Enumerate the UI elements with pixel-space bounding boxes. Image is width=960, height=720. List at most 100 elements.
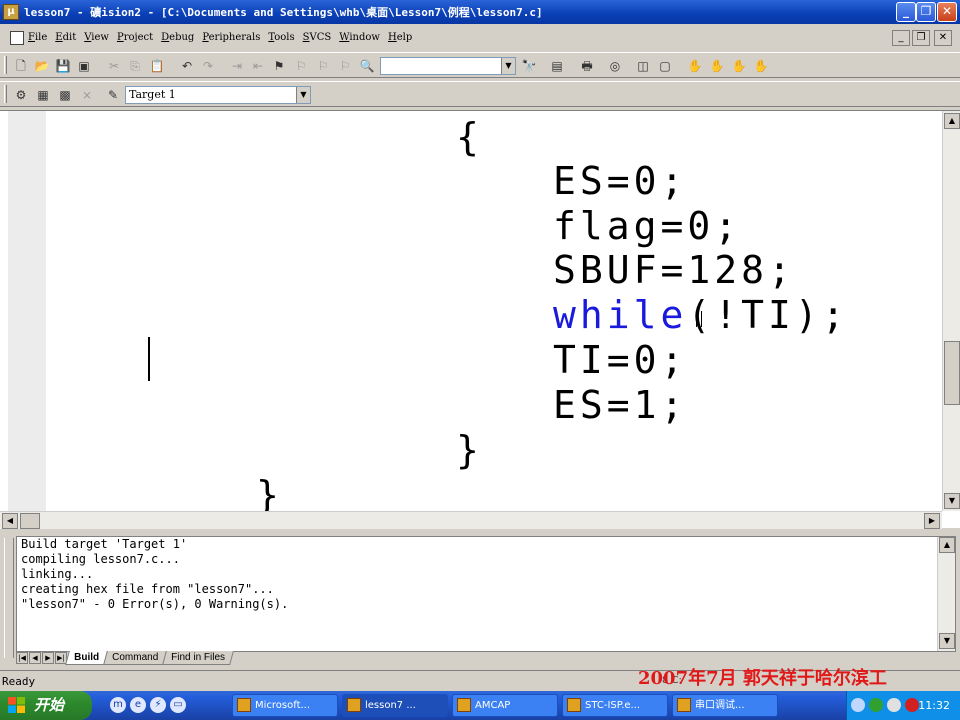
tab-command-label: Command: [112, 652, 159, 663]
app-icon: [457, 698, 471, 712]
system-tray: 11:32: [846, 691, 960, 720]
copy-icon[interactable]: ⎘: [126, 57, 144, 75]
close-button[interactable]: ✕: [937, 2, 957, 22]
redo-icon[interactable]: ↷: [199, 57, 217, 75]
menu-file[interactable]: File: [28, 32, 47, 43]
screen-icon[interactable]: ▢: [656, 57, 674, 75]
find-combo[interactable]: ▼: [380, 57, 516, 75]
tray-expand-icon[interactable]: [851, 698, 865, 712]
app-icon: [677, 698, 691, 712]
menu-view[interactable]: View: [84, 32, 109, 43]
desktop-icon[interactable]: ▭: [170, 697, 186, 713]
enable-breakpoint-icon[interactable]: ✋: [730, 57, 748, 75]
tab-command[interactable]: Command: [103, 651, 168, 665]
save-all-icon[interactable]: ▣: [75, 57, 93, 75]
menu-edit[interactable]: Edit: [55, 32, 76, 43]
ie-icon[interactable]: e: [130, 697, 146, 713]
target-select[interactable]: Target 1 ▼: [125, 86, 311, 104]
scroll-thumb[interactable]: [20, 513, 40, 529]
tab-first-icon[interactable]: |◀: [16, 652, 28, 664]
output-vertical-scrollbar[interactable]: ▲ ▼: [937, 537, 955, 651]
menu-svcs[interactable]: SVCS: [303, 32, 332, 43]
find-in-files-icon[interactable]: 🔍: [358, 57, 376, 75]
print-icon[interactable]: 🖶: [578, 57, 596, 75]
rebuild-icon[interactable]: ▩: [56, 86, 74, 104]
undo-icon[interactable]: ↶: [178, 57, 196, 75]
stop-build-icon[interactable]: ⨯: [78, 86, 96, 104]
text-caret: [148, 337, 150, 381]
quicklaunch-icon[interactable]: m: [110, 697, 126, 713]
find-icon[interactable]: 🔭: [520, 57, 538, 75]
media-icon[interactable]: ⚡: [150, 697, 166, 713]
network-icon[interactable]: [869, 698, 883, 712]
task-label: Microsoft...: [255, 700, 311, 711]
next-bookmark-icon[interactable]: ⚐: [292, 57, 310, 75]
build-icon[interactable]: ▦: [34, 86, 52, 104]
paste-icon[interactable]: 📋: [148, 57, 166, 75]
maximize-button[interactable]: ❐: [916, 2, 936, 22]
task-label: 串口调试...: [695, 700, 745, 711]
remove-breakpoint-icon[interactable]: ✋: [708, 57, 726, 75]
tab-find-in-files[interactable]: Find in Files: [162, 651, 234, 665]
output-line: creating hex file from "lesson7"...: [21, 582, 274, 596]
editor-horizontal-scrollbar[interactable]: ◀ ▶: [0, 511, 942, 529]
menu-project[interactable]: Project: [117, 32, 153, 43]
unindent-icon[interactable]: ⇤: [249, 57, 267, 75]
bookmark-icon[interactable]: ⚑: [270, 57, 288, 75]
volume-icon[interactable]: [887, 698, 901, 712]
tab-build[interactable]: Build: [65, 651, 108, 665]
scroll-up-icon[interactable]: ▲: [939, 537, 955, 553]
target-options-icon[interactable]: ✎: [104, 86, 122, 104]
mdi-minimize-button[interactable]: _: [892, 30, 910, 46]
mdi-close-button[interactable]: ✕: [934, 30, 952, 46]
menu-tools[interactable]: Tools: [268, 32, 294, 43]
scroll-up-icon[interactable]: ▲: [944, 113, 960, 129]
clear-bookmarks-icon[interactable]: ⚐: [336, 57, 354, 75]
scroll-down-icon[interactable]: ▼: [939, 633, 955, 649]
build-output[interactable]: Build target 'Target 1' compiling lesson…: [16, 536, 956, 652]
toolbar-grip: [4, 56, 7, 74]
status-text: Ready: [2, 675, 36, 688]
chevron-down-icon[interactable]: ▼: [501, 58, 515, 74]
app-icon: [237, 698, 251, 712]
disable-breakpoints-icon[interactable]: ✋: [752, 57, 770, 75]
task-serial-debug[interactable]: 串口调试...: [672, 694, 778, 717]
minimize-button[interactable]: _: [896, 2, 916, 22]
task-microsoft[interactable]: Microsoft...: [232, 694, 338, 717]
scroll-thumb[interactable]: [944, 341, 960, 405]
task-lesson7[interactable]: lesson7 ...: [342, 694, 448, 717]
chevron-down-icon[interactable]: ▼: [296, 87, 310, 103]
editor-vertical-scrollbar[interactable]: ▲ ▼: [942, 111, 960, 511]
panel-grip[interactable]: [4, 538, 14, 658]
menu-bar: File Edit View Project Debug Peripherals…: [0, 27, 960, 49]
scroll-right-icon[interactable]: ▶: [924, 513, 940, 529]
compile-icon[interactable]: ⚙: [12, 86, 30, 104]
menu-help[interactable]: Help: [388, 32, 412, 43]
tab-next-icon[interactable]: ▶: [42, 652, 54, 664]
editor-margin: [8, 111, 46, 511]
open-file-icon[interactable]: 📂: [33, 57, 51, 75]
scroll-left-icon[interactable]: ◀: [2, 513, 18, 529]
mdi-restore-button[interactable]: ❐: [912, 30, 930, 46]
browse-icon[interactable]: ▤: [548, 57, 566, 75]
save-icon[interactable]: 💾: [54, 57, 72, 75]
window-icon[interactable]: ◫: [634, 57, 652, 75]
build-toolbar: ⚙ ▦ ▩ ⨯ ✎ Target 1 ▼: [0, 81, 960, 107]
cut-icon[interactable]: ✂: [105, 57, 123, 75]
code-editor[interactable]: { ES=0; flag=0; SBUF=128; while(!TI); TI…: [0, 110, 960, 529]
antivirus-icon[interactable]: [905, 698, 919, 712]
menu-peripherals[interactable]: Peripherals: [202, 32, 260, 43]
start-button[interactable]: 开始: [0, 691, 92, 720]
scroll-down-icon[interactable]: ▼: [944, 493, 960, 509]
menu-window[interactable]: Window: [339, 32, 380, 43]
menu-debug[interactable]: Debug: [161, 32, 194, 43]
tab-prev-icon[interactable]: ◀: [29, 652, 41, 664]
prev-bookmark-icon[interactable]: ⚐: [314, 57, 332, 75]
indent-icon[interactable]: ⇥: [228, 57, 246, 75]
task-stc-isp[interactable]: STC-ISP.e...: [562, 694, 668, 717]
debug-session-icon[interactable]: ◎: [606, 57, 624, 75]
output-line: linking...: [21, 567, 94, 581]
new-file-icon[interactable]: 🗋: [12, 57, 30, 75]
task-amcap[interactable]: AMCAP: [452, 694, 558, 717]
breakpoint-icon[interactable]: ✋: [686, 57, 704, 75]
